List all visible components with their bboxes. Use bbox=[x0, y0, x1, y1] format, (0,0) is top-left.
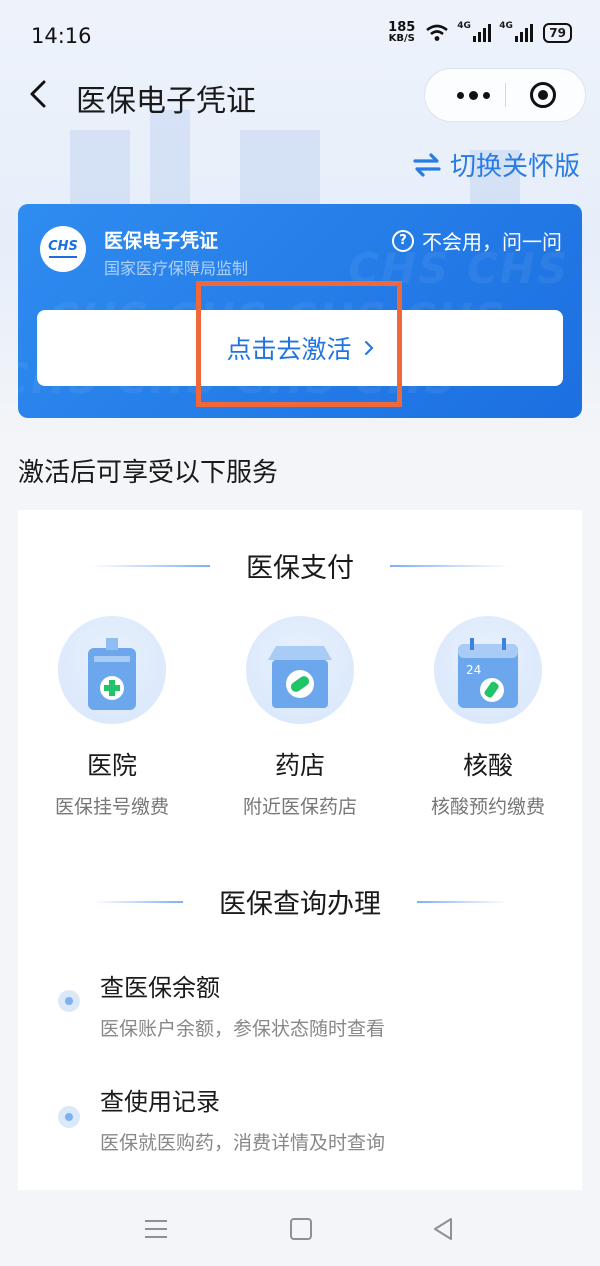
care-mode-label: 切换关怀版 bbox=[449, 152, 580, 182]
service-nucleic-test[interactable]: 24 核酸 核酸预约缴费 bbox=[394, 616, 582, 819]
query-balance-item[interactable]: 查医保余额 医保账户余额，参保状态随时查看 bbox=[58, 968, 558, 1058]
pharmacy-icon bbox=[246, 616, 354, 724]
status-time: 14:16 bbox=[31, 24, 92, 48]
cellular-signal-icon: 4G bbox=[457, 21, 492, 42]
payment-section-header: 医保支付 bbox=[18, 546, 582, 585]
card-subtitle: 国家医疗保障局监制 bbox=[104, 259, 249, 278]
back-button[interactable] bbox=[22, 74, 54, 114]
miniapp-capsule bbox=[424, 68, 586, 122]
service-pharmacy[interactable]: 药店 附近医保药店 bbox=[206, 616, 394, 819]
close-miniapp-button[interactable] bbox=[525, 77, 561, 113]
bullet-icon bbox=[58, 1106, 80, 1128]
service-hospital[interactable]: 医院 医保挂号缴费 bbox=[18, 616, 206, 819]
query-section-header: 医保查询办理 bbox=[18, 882, 582, 921]
query-item-title: 查使用记录 bbox=[100, 1088, 220, 1116]
highlight-box bbox=[196, 281, 402, 407]
hospital-icon bbox=[58, 616, 166, 724]
svg-text:24: 24 bbox=[466, 663, 481, 677]
query-records-item[interactable]: 查使用记录 医保就医购药，消费详情及时查询 bbox=[58, 1082, 558, 1172]
query-item-desc: 医保就医购药，消费详情及时查询 bbox=[100, 1132, 386, 1154]
help-link[interactable]: ? 不会用，问一问 bbox=[392, 226, 562, 255]
cellular-signal-icon-2: 4G bbox=[499, 21, 534, 42]
service-name: 药店 bbox=[274, 751, 325, 780]
service-desc: 医保挂号缴费 bbox=[54, 796, 169, 818]
service-name: 医院 bbox=[86, 751, 137, 780]
help-label: 不会用，问一问 bbox=[422, 230, 562, 254]
services-panel: 医保支付 医院 医保挂号缴费 药店 附近医保药店 24 核酸 核酸预约缴费 医保… bbox=[18, 510, 582, 1190]
battery-icon: 79 bbox=[543, 23, 572, 43]
recent-apps-button[interactable] bbox=[145, 1220, 167, 1238]
nucleic-test-icon: 24 bbox=[434, 616, 542, 724]
question-icon: ? bbox=[392, 229, 414, 252]
target-icon bbox=[530, 82, 556, 108]
chevron-left-icon bbox=[30, 80, 46, 108]
service-desc: 附近医保药店 bbox=[242, 796, 357, 818]
more-menu-button[interactable] bbox=[443, 69, 503, 121]
services-heading: 激活后可享受以下服务 bbox=[18, 458, 279, 488]
payment-section-title: 医保支付 bbox=[246, 553, 354, 584]
chs-logo: CHS bbox=[40, 226, 86, 272]
home-button[interactable] bbox=[290, 1218, 312, 1240]
system-navigation-bar bbox=[0, 1192, 600, 1266]
wifi-icon bbox=[426, 24, 449, 41]
query-item-title: 查医保余额 bbox=[100, 974, 220, 1002]
query-section-title: 医保查询办理 bbox=[219, 889, 381, 920]
bullet-icon bbox=[58, 990, 80, 1012]
query-item-desc: 医保账户余额，参保状态随时查看 bbox=[100, 1018, 386, 1040]
service-desc: 核酸预约缴费 bbox=[430, 796, 545, 818]
navigation-bar: 医保电子凭证 bbox=[0, 62, 600, 126]
back-triangle-icon[interactable] bbox=[432, 1217, 454, 1241]
care-mode-switch[interactable]: 切换关怀版 bbox=[412, 146, 580, 183]
service-name: 核酸 bbox=[462, 751, 513, 780]
page-title: 医保电子凭证 bbox=[76, 84, 256, 119]
card-title: 医保电子凭证 bbox=[104, 230, 219, 252]
switch-arrows-icon bbox=[413, 152, 441, 177]
network-speed: 185 KB/S bbox=[388, 20, 416, 44]
